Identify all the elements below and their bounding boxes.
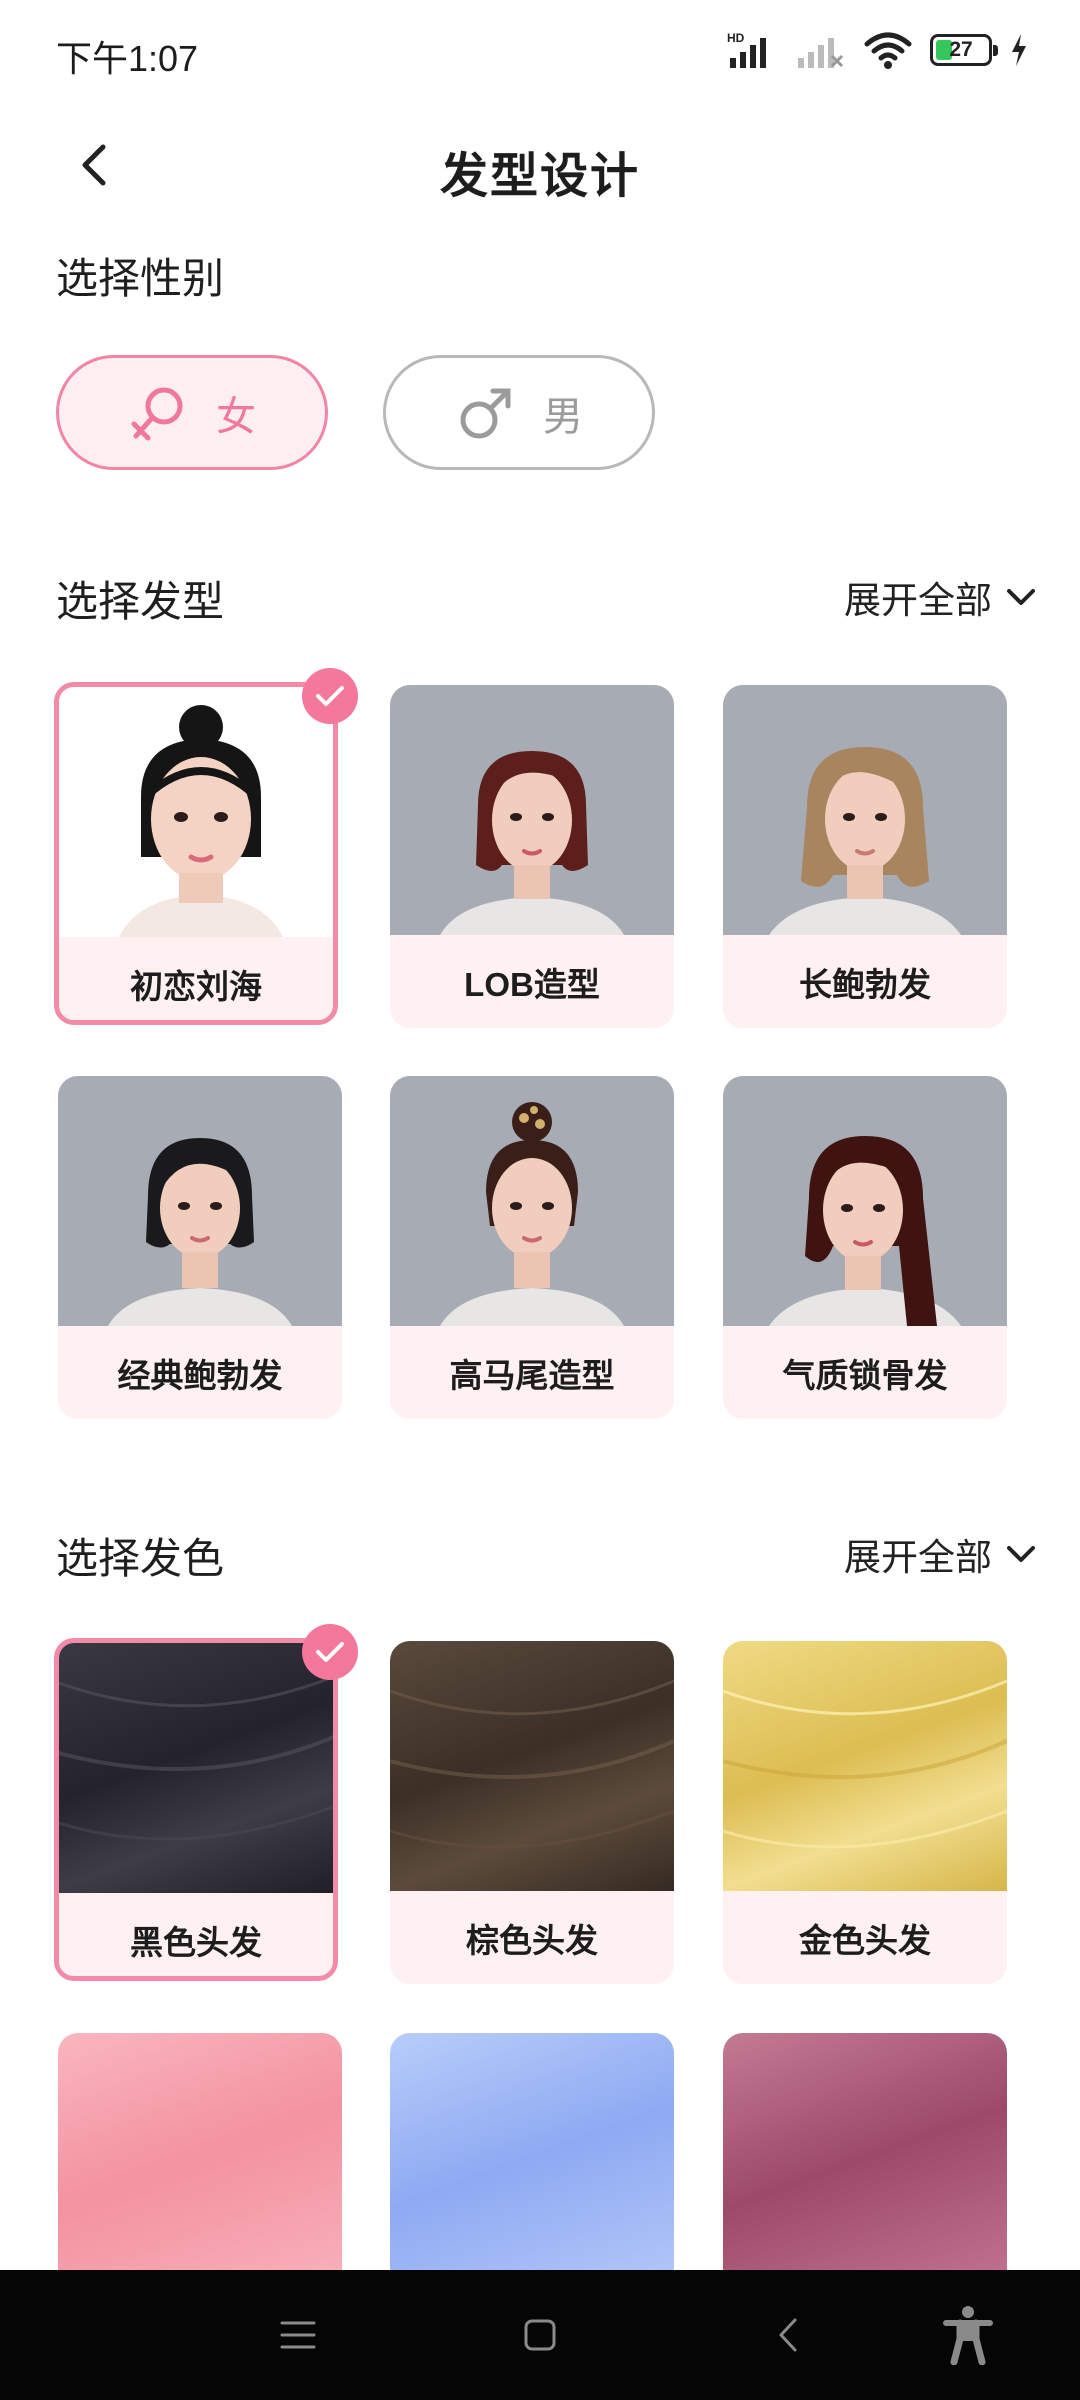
hairstyle-card-high-ponytail[interactable]: 高马尾造型: [390, 1076, 674, 1419]
hairstyle-thumbnail: [390, 685, 674, 935]
hairstyle-label: 经典鲍勃发: [58, 1326, 342, 1419]
wifi-icon: [864, 32, 912, 69]
haircolor-swatch: [390, 2033, 674, 2283]
haircolor-card-gold[interactable]: 金色头发: [723, 1641, 1007, 1984]
hairstyle-label: LOB造型: [390, 935, 674, 1028]
gender-male-label: 男: [543, 394, 583, 439]
hairstyle-thumbnail: [723, 685, 1007, 935]
haircolor-expand-all[interactable]: 展开全部: [844, 1527, 1036, 1581]
hairstyle-label: 长鲍勃发: [723, 935, 1007, 1028]
hairstyle-thumbnail: [58, 1076, 342, 1326]
system-nav-bar: [0, 2270, 1080, 2400]
hairstyle-thumbnail: [390, 1076, 674, 1326]
accessibility-icon: [943, 2306, 993, 2365]
hairstyle-thumbnail: [59, 687, 333, 937]
header: 发型设计: [0, 110, 1080, 220]
hairstyle-section-title: 选择发型: [56, 578, 225, 625]
haircolor-label: 金色头发: [723, 1891, 1007, 1984]
haircolor-card-black[interactable]: 黑色头发: [54, 1638, 338, 1981]
battery-level: 27: [949, 38, 973, 61]
haircolor-swatch: [390, 1641, 674, 1891]
hairstyle-label: 气质锁骨发: [723, 1326, 1007, 1419]
network-label: HD: [727, 31, 745, 45]
signal-no-service-icon: [798, 38, 844, 68]
hairstyle-card-collarbone[interactable]: 气质锁骨发: [723, 1076, 1007, 1419]
page-title: 发型设计: [439, 150, 640, 203]
hairstyle-card-long-bob[interactable]: 长鲍勃发: [723, 685, 1007, 1028]
hairstyle-label: 高马尾造型: [390, 1326, 674, 1419]
hairstyle-card-chulian[interactable]: 初恋刘海: [54, 682, 338, 1025]
haircolor-label: 黑色头发: [59, 1893, 333, 1976]
home-button[interactable]: [500, 2295, 580, 2375]
gender-section-title: 选择性别: [56, 255, 225, 302]
charging-icon: [1012, 34, 1026, 66]
haircolor-swatch: [58, 2033, 342, 2283]
battery-icon: 27: [930, 34, 998, 66]
accessibility-button[interactable]: [928, 2295, 1008, 2375]
hairstyle-expand-all[interactable]: 展开全部: [844, 570, 1036, 624]
status-time: 下午1:07: [56, 38, 199, 79]
haircolor-swatch: [723, 1641, 1007, 1891]
haircolor-card-brown[interactable]: 棕色头发: [390, 1641, 674, 1984]
gender-female-label: 女: [216, 394, 256, 439]
menu-icon: [280, 2321, 316, 2349]
status-icons: HD 27: [726, 30, 1028, 70]
chevron-down-icon: [1007, 589, 1035, 605]
hairstyle-card-classic-bob[interactable]: 经典鲍勃发: [58, 1076, 342, 1419]
haircolor-expand-label: 展开全部: [844, 1537, 992, 1578]
signal-hd-icon: HD: [727, 31, 766, 68]
haircolor-swatch: [59, 1643, 333, 1893]
chevron-down-icon: [1007, 1546, 1035, 1562]
back-triangle-icon: [779, 2318, 797, 2352]
selected-check-icon: [302, 668, 358, 724]
status-bar: 下午1:07 HD 27: [0, 0, 1080, 105]
hairstyle-label: 初恋刘海: [59, 937, 333, 1020]
hairstyle-card-lob[interactable]: LOB造型: [390, 685, 674, 1028]
haircolor-section-title: 选择发色: [56, 1535, 225, 1582]
haircolor-label: 棕色头发: [390, 1891, 674, 1984]
hairstyle-expand-label: 展开全部: [844, 580, 992, 621]
nav-back-button[interactable]: [748, 2295, 828, 2375]
male-icon: [460, 388, 511, 438]
female-icon: [131, 387, 183, 440]
home-square-icon: [524, 2319, 556, 2351]
menu-button[interactable]: [258, 2295, 338, 2375]
haircolor-swatch: [723, 2033, 1007, 2283]
hairstyle-thumbnail: [723, 1076, 1007, 1326]
gender-male-button[interactable]: 男: [383, 355, 655, 470]
gender-female-button[interactable]: 女: [56, 355, 328, 470]
selected-check-icon: [302, 1624, 358, 1680]
